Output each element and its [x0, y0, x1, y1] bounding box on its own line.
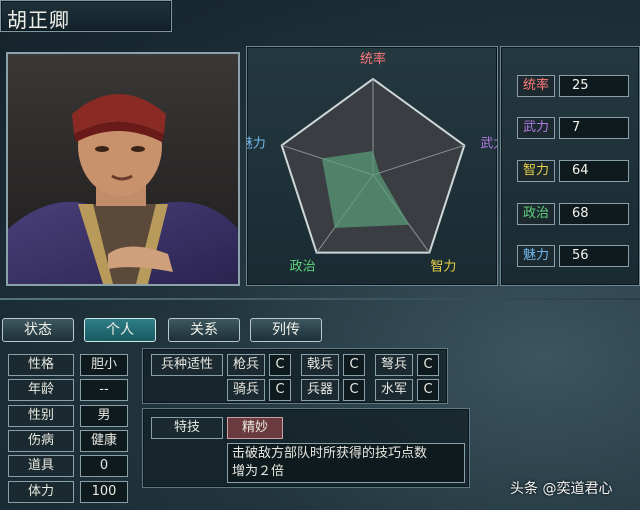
skill-desc-line-2: 增为２倍: [232, 464, 285, 479]
attribute-stats-panel: 统率 25 武力 7 智力 64 政治 68 魅力 56: [500, 46, 640, 286]
stat-label: 政治: [517, 203, 555, 225]
skill-title: 特技: [151, 417, 223, 439]
stat-value: 68: [559, 203, 629, 225]
stat-label: 智力: [517, 160, 555, 182]
tab-relations[interactable]: 关系: [168, 318, 240, 342]
troop-aptitude-panel: 兵种适性 枪兵 C 戟兵 C 弩兵 C 骑兵 C 兵器 C 水军 C: [142, 348, 448, 404]
radar-label-mei: 魅力: [247, 136, 266, 151]
stat-value: 64: [559, 160, 629, 182]
tab-biography[interactable]: 列传: [250, 318, 322, 342]
troop-grade: C: [417, 379, 439, 401]
stat-value: 56: [559, 245, 629, 267]
attribute-radar-panel: 统率 武力 智力 政治 魅力: [240, 46, 507, 286]
troop-type: 兵器: [301, 379, 339, 401]
troop-type: 弩兵: [375, 354, 413, 376]
character-name-bar: 胡正卿: [0, 0, 172, 32]
skill-name: 精妙: [227, 417, 283, 439]
info-value: 健康: [80, 430, 128, 452]
attribute-radar-chart: 统率 武力 智力 政治 魅力: [240, 51, 507, 275]
character-name: 胡正卿: [7, 8, 70, 32]
info-value: 胆小: [80, 354, 128, 376]
troop-grade: C: [343, 354, 365, 376]
troop-type: 枪兵: [227, 354, 265, 376]
info-label: 年龄: [8, 379, 74, 401]
info-value: 0: [80, 455, 128, 477]
divider: [0, 298, 640, 300]
stat-label: 武力: [517, 117, 555, 139]
radar-label-zhi: 智力: [430, 260, 456, 275]
special-skill-panel: 特技 精妙 击破敌方部队时所获得的技巧点数 增为２倍: [142, 408, 470, 488]
troop-grade: C: [417, 354, 439, 376]
troop-type: 戟兵: [301, 354, 339, 376]
info-label: 体力: [8, 481, 74, 503]
info-label: 性格: [8, 354, 74, 376]
stat-label: 魅力: [517, 245, 555, 267]
info-value: 100: [80, 481, 128, 503]
portrait-image: [8, 54, 238, 284]
troop-grade: C: [343, 379, 365, 401]
troop-grade: C: [269, 354, 291, 376]
stat-value: 7: [559, 117, 629, 139]
stat-value: 25: [559, 75, 629, 97]
info-label: 性别: [8, 405, 74, 427]
info-label: 道具: [8, 455, 74, 477]
radar-label-zheng: 政治: [290, 260, 316, 275]
troop-grade: C: [269, 379, 291, 401]
skill-description: 击破敌方部队时所获得的技巧点数 增为２倍: [227, 443, 465, 483]
radar-label-tong: 统率: [360, 51, 386, 67]
stat-label: 统率: [517, 75, 555, 97]
info-label: 伤病: [8, 430, 74, 452]
skill-desc-line-1: 击破敌方部队时所获得的技巧点数: [232, 446, 428, 461]
personal-info-panel: 性格 胆小 年龄 -- 性别 男 伤病 健康 道具 0 体力 100: [0, 348, 130, 510]
character-portrait: [6, 52, 240, 286]
troop-aptitude-title: 兵种适性: [151, 354, 223, 376]
info-value: --: [80, 379, 128, 401]
info-value: 男: [80, 405, 128, 427]
tab-personal[interactable]: 个人: [84, 318, 156, 342]
radar-label-wu: 武力: [480, 136, 497, 151]
tab-status[interactable]: 状态: [2, 318, 74, 342]
troop-type: 骑兵: [227, 379, 265, 401]
watermark: 头条 @奕道君心: [510, 481, 613, 497]
troop-type: 水军: [375, 379, 413, 401]
